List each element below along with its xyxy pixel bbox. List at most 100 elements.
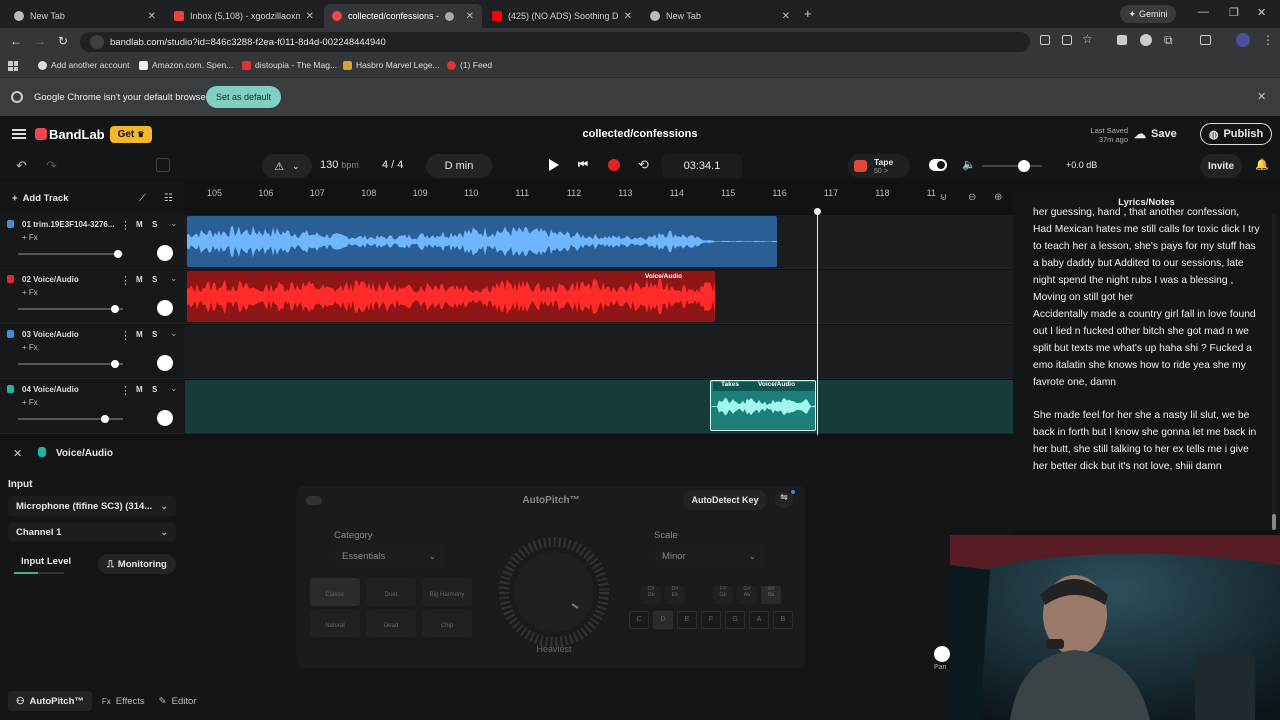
lyrics-panel[interactable]: Lyrics/Notes her guessing, hand , that a… (1013, 190, 1280, 530)
maximize-icon[interactable]: ❐ (1229, 6, 1239, 19)
master-volume-handle[interactable] (1018, 160, 1030, 172)
track-name[interactable]: 04 Voice/Audio (22, 385, 114, 394)
address-bar[interactable]: bandlab.com/studio?id=846c3288-f2ea-f011… (80, 32, 1030, 52)
gemini-button[interactable]: ✦ Gemini (1120, 5, 1176, 23)
extension-icon[interactable] (1117, 35, 1127, 45)
close-tab-icon[interactable]: ✕ (782, 11, 790, 22)
key-d[interactable]: D (653, 611, 673, 629)
record-icon[interactable] (608, 159, 620, 171)
site-info-icon[interactable] (90, 35, 104, 49)
preset-chip[interactable]: Chip (422, 609, 472, 637)
close-window-icon[interactable]: ✕ (1257, 6, 1266, 19)
solo-button[interactable]: S (152, 275, 157, 284)
audio-clip[interactable] (187, 216, 777, 267)
new-tab-plus-icon[interactable]: + (804, 6, 812, 21)
publish-button[interactable]: ◍ Publish (1200, 123, 1272, 145)
chevron-down-icon[interactable]: ⌄ (170, 218, 178, 229)
set-default-button[interactable]: Set as default (206, 86, 281, 108)
loop-icon[interactable]: ⟲ (638, 157, 649, 173)
preset-big-harmony[interactable]: Big Harmony (422, 578, 472, 606)
key-f-sharp[interactable]: F# Gb (713, 586, 733, 604)
metronome-dropdown[interactable]: ⚠ ⌄ (262, 154, 312, 178)
track-settings-icon[interactable]: ☷ (164, 193, 173, 204)
extensions-puzzle-icon[interactable]: ⧉ (1164, 33, 1173, 48)
add-fx-button[interactable]: + Fx (22, 343, 38, 352)
preset-dead[interactable]: Dead (366, 609, 416, 637)
forward-icon[interactable]: → (34, 34, 46, 48)
track-name[interactable]: 03 Voice/Audio (22, 330, 114, 339)
category-select[interactable]: Essentials ⌄ (334, 546, 444, 566)
mute-button[interactable]: M (136, 330, 143, 339)
mute-button[interactable]: M (136, 385, 143, 394)
key-a[interactable]: A (749, 611, 769, 629)
undo-icon[interactable]: ↶ (16, 158, 27, 174)
track-volume-slider[interactable] (18, 415, 123, 423)
tab-autopitch[interactable]: ⚇ AutoPitch™ (8, 691, 92, 711)
browser-tab[interactable]: (425) (NO ADS) Soothing Deep ✕ (484, 4, 640, 28)
track-menu-icon[interactable]: ⋮ (120, 329, 131, 342)
track-header-4[interactable]: 04 Voice/Audio ⋮ M S ⌄ + Fx (0, 380, 185, 434)
tape-button[interactable]: Tape 50 > (848, 154, 910, 178)
save-button[interactable]: ☁ Save (1134, 123, 1194, 145)
invite-button[interactable]: Invite (1200, 154, 1242, 178)
channel-select[interactable]: Channel 1 ⌄ (8, 522, 176, 542)
pan-knob[interactable] (934, 646, 950, 662)
track-menu-icon[interactable]: ⋮ (120, 219, 131, 232)
browser-tab[interactable]: New Tab ✕ (642, 4, 798, 28)
track-header-2[interactable]: 02 Voice/Audio ⋮ M S ⌄ + Fx (0, 270, 185, 324)
grid-snap-icon[interactable] (156, 158, 170, 172)
apps-grid-icon[interactable] (8, 61, 18, 71)
track-header-3[interactable]: 03 Voice/Audio ⋮ M S ⌄ + Fx (0, 325, 185, 379)
lyrics-paragraph[interactable]: She made feel for her she a nasty lil sl… (1013, 407, 1280, 475)
track-menu-icon[interactable]: ⋮ (120, 384, 131, 397)
browser-tab[interactable]: New Tab ✕ (6, 4, 164, 28)
bookmark-item[interactable]: Amazon.com. Spen... (139, 60, 233, 70)
profile-avatar[interactable] (1236, 33, 1250, 47)
side-panel-icon[interactable] (1200, 35, 1211, 45)
track-volume-slider[interactable] (18, 305, 123, 313)
tape-toggle[interactable] (929, 159, 947, 171)
back-icon[interactable]: ← (10, 34, 22, 48)
playhead-handle[interactable] (814, 208, 821, 215)
bookmark-item[interactable]: distoupia - The Mag... (242, 60, 337, 70)
bookmark-item[interactable]: Hasbro Marvel Lege... (343, 60, 440, 70)
close-tab-icon[interactable]: ✕ (306, 11, 314, 22)
settings-sliders-icon[interactable]: ⇋ (775, 492, 793, 508)
track-lane-2[interactable]: Voice/Audio (185, 270, 1013, 324)
key-g-sharp[interactable]: G# Ab (737, 586, 757, 604)
tab-effects[interactable]: Fx Effects (98, 691, 149, 711)
key-f[interactable]: F (701, 611, 721, 629)
monitoring-button[interactable]: ⎍ Monitoring (98, 554, 176, 574)
bookmark-item[interactable]: Add another account (38, 60, 129, 70)
tab-editor[interactable]: ✎ Editor (155, 691, 201, 711)
solo-button[interactable]: S (152, 330, 157, 339)
translate-icon[interactable] (1040, 35, 1050, 45)
redo-icon[interactable]: ↷ (46, 158, 57, 174)
install-app-icon[interactable] (1062, 35, 1072, 45)
preset-natural[interactable]: Natural (310, 609, 360, 637)
key-c-sharp[interactable]: C# Db (641, 586, 661, 604)
tempo-field[interactable]: 130 bpm (320, 159, 359, 171)
close-infobar-icon[interactable]: ✕ (1257, 90, 1266, 103)
key-g[interactable]: G (725, 611, 745, 629)
mute-button[interactable]: M (136, 275, 143, 284)
get-membership-button[interactable]: Get ♛ (110, 126, 152, 143)
time-signature[interactable]: 4 / 4 (382, 159, 403, 171)
rewind-icon[interactable]: ⏮ (578, 159, 588, 172)
lyrics-scrollbar[interactable] (1272, 214, 1276, 530)
magnet-icon[interactable]: ⊍ (940, 192, 947, 203)
play-icon[interactable] (549, 159, 559, 171)
key-selector[interactable]: D min (426, 154, 492, 178)
track-name[interactable]: 02 Voice/Audio (22, 275, 114, 284)
pan-knob[interactable] (157, 245, 173, 261)
audio-clip[interactable]: Voice/Audio (187, 271, 715, 322)
chevron-down-icon[interactable]: ⌄ (170, 328, 178, 339)
add-track-button[interactable]: + Add Track (12, 193, 69, 204)
lyrics-paragraph[interactable]: her guessing, hand , that another confes… (1013, 204, 1280, 391)
minimize-icon[interactable]: — (1198, 6, 1209, 18)
preset-classic[interactable]: Classic (310, 578, 360, 606)
solo-button[interactable]: S (152, 385, 157, 394)
key-d-sharp[interactable]: D# Eb (665, 586, 685, 604)
chrome-menu-icon[interactable]: ⋮ (1262, 33, 1274, 47)
bookmark-item[interactable]: (1) Feed (447, 60, 492, 70)
